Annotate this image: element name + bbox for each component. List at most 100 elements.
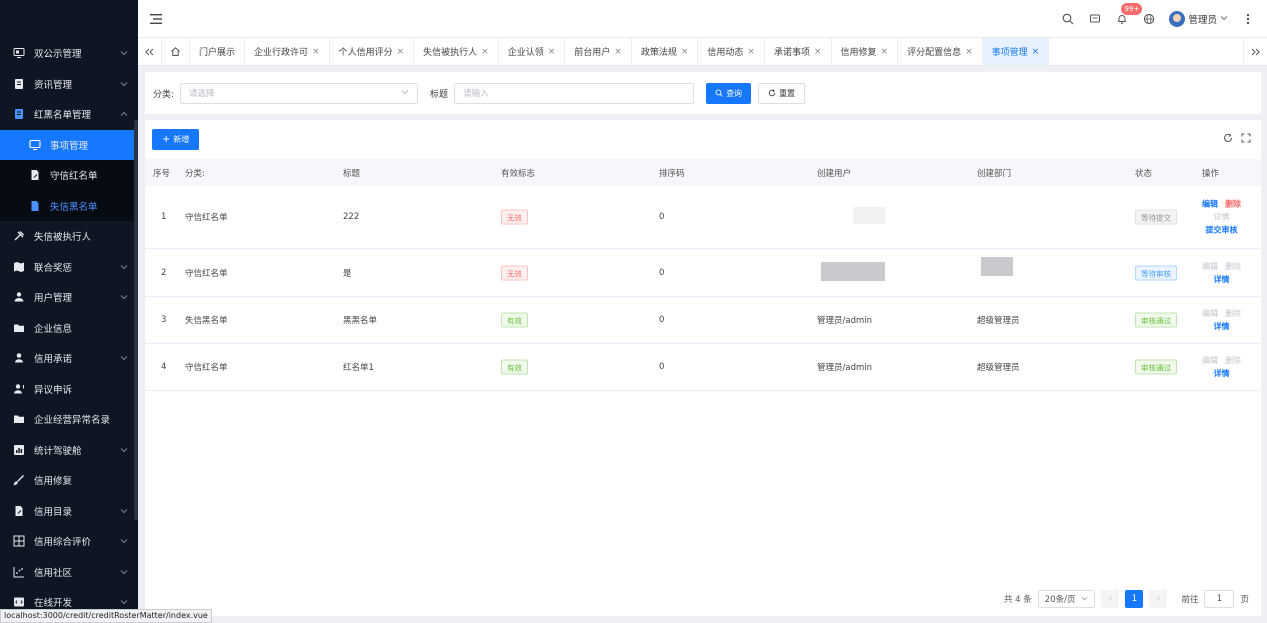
row-create-user: 管理员/admin: [817, 316, 872, 326]
person-alert-icon: [12, 382, 26, 396]
sidebar-item-label: 信用修复: [34, 476, 73, 488]
action-delete-link[interactable]: 删除: [1225, 200, 1241, 209]
close-icon[interactable]: ×: [614, 47, 622, 57]
row-index: 3: [161, 315, 167, 325]
sidebar-item-label: 联合奖惩: [34, 262, 73, 274]
action-edit-link[interactable]: 编辑: [1202, 262, 1218, 271]
sidebar-item-label: 信用社区: [34, 567, 73, 579]
bell-icon[interactable]: 99+: [1115, 2, 1143, 26]
valid-flag-cell: 有效: [501, 312, 528, 328]
action-detail-link[interactable]: 详情: [1214, 275, 1230, 284]
sidebar-item-4[interactable]: 事项管理: [0, 129, 138, 160]
sidebar-item-5[interactable]: 守信红名单: [0, 160, 138, 191]
sidebar-item-18[interactable]: 信用社区: [0, 557, 138, 588]
action-delete-link[interactable]: 删除: [1225, 356, 1241, 365]
column-header: 有效标志: [501, 168, 536, 179]
tabs-scroll-right-icon[interactable]: [1243, 38, 1267, 65]
close-icon[interactable]: ×: [481, 47, 489, 57]
sidebar-item-1[interactable]: 双公示管理: [0, 38, 138, 69]
reset-button[interactable]: 重置: [758, 82, 806, 104]
close-icon[interactable]: ×: [814, 47, 822, 57]
action-detail-link[interactable]: 详情: [1214, 213, 1230, 222]
more-vertical-icon[interactable]: [1241, 12, 1255, 26]
action-delete-link[interactable]: 删除: [1225, 309, 1241, 318]
sidebar-scrollbar[interactable]: [134, 120, 138, 520]
tab-9[interactable]: 承诺事项 ×: [765, 38, 832, 65]
tab-12[interactable]: 事项管理 ×: [982, 38, 1050, 65]
action-delete-link[interactable]: 删除: [1225, 262, 1241, 271]
sidebar-item-11[interactable]: 信用承诺: [0, 343, 138, 374]
sidebar-item-16[interactable]: 信用目录: [0, 496, 138, 527]
search-button[interactable]: 查询: [706, 82, 752, 104]
monitor-icon: [12, 46, 26, 60]
page-size-select[interactable]: 20条/页: [1037, 590, 1096, 608]
column-header: 状态: [1135, 168, 1153, 179]
close-icon[interactable]: ×: [397, 47, 405, 57]
valid-flag-cell: 无效: [501, 209, 528, 225]
tab-label: 信用动态: [707, 48, 744, 58]
tab-6[interactable]: 前台用户 ×: [565, 38, 632, 65]
home-icon[interactable]: [162, 38, 190, 65]
status-badge: 审核通过: [1135, 359, 1177, 375]
tab-2[interactable]: 企业行政许可 ×: [245, 38, 330, 65]
action-detail-link[interactable]: 详情: [1214, 322, 1230, 331]
sidebar-item-14[interactable]: 统计驾驶舱: [0, 435, 138, 466]
prev-page-button[interactable]: ‹: [1101, 590, 1120, 608]
user-menu[interactable]: 管理员: [1169, 10, 1228, 27]
close-icon[interactable]: ×: [312, 47, 320, 57]
chevron-down-icon: [401, 88, 409, 98]
globe-icon[interactable]: [1142, 12, 1156, 26]
sidebar-item-2[interactable]: 资讯管理: [0, 69, 138, 100]
tab-7[interactable]: 政策法规 ×: [632, 38, 699, 65]
scatter-icon: [12, 565, 26, 579]
action-detail-link[interactable]: 详情: [1214, 369, 1230, 378]
menu-toggle-icon[interactable]: [150, 12, 164, 26]
tab-10[interactable]: 信用修复 ×: [832, 38, 899, 65]
sidebar-item-12[interactable]: 异议申诉: [0, 374, 138, 405]
sidebar-item-15[interactable]: 信用修复: [0, 465, 138, 496]
file-edit-icon: [28, 168, 42, 182]
sidebar-item-13[interactable]: 企业经营异常名录: [0, 404, 138, 435]
close-icon[interactable]: ×: [1032, 47, 1040, 57]
sidebar-item-9[interactable]: 用户管理: [0, 282, 138, 313]
close-icon[interactable]: ×: [681, 47, 689, 57]
row-title: 是: [343, 268, 352, 279]
tab-5[interactable]: 企业认领 ×: [499, 38, 566, 65]
sidebar-item-10[interactable]: 企业信息: [0, 313, 138, 344]
add-button[interactable]: + 新增: [152, 129, 200, 150]
page-number-current[interactable]: 1: [1125, 590, 1144, 608]
tab-1[interactable]: 门户展示: [190, 38, 246, 65]
sidebar-item-8[interactable]: 联合奖惩: [0, 252, 138, 283]
category-select[interactable]: 请选择: [180, 82, 419, 104]
close-icon[interactable]: ×: [548, 47, 556, 57]
close-icon[interactable]: ×: [747, 47, 755, 57]
refresh-icon[interactable]: [1223, 133, 1233, 146]
tab-3[interactable]: 个人信用评分 ×: [330, 38, 415, 65]
close-icon[interactable]: ×: [881, 47, 889, 57]
sidebar-item-17[interactable]: 信用综合评价: [0, 526, 138, 557]
status-cell: 等待提交: [1135, 209, 1177, 225]
message-icon[interactable]: [1088, 12, 1102, 26]
goto-page-input[interactable]: 1: [1204, 590, 1235, 608]
action-submit-review-link[interactable]: 提交审核: [1206, 226, 1238, 235]
file-icon: [28, 199, 42, 213]
next-page-button[interactable]: ›: [1149, 590, 1168, 608]
tab-4[interactable]: 失信被执行人 ×: [414, 38, 499, 65]
close-icon[interactable]: ×: [965, 47, 973, 57]
action-edit-link[interactable]: 编辑: [1202, 309, 1218, 318]
sidebar-item-6[interactable]: 失信黑名单: [0, 190, 138, 221]
action-edit-link[interactable]: 编辑: [1202, 356, 1218, 365]
sidebar-item-7[interactable]: 失信被执行人: [0, 221, 138, 252]
sidebar-item-3[interactable]: 红黑名单管理: [0, 99, 138, 130]
tabs-scroll-left-icon[interactable]: [138, 38, 162, 65]
redacted-user: [853, 207, 885, 227]
tab-8[interactable]: 信用动态 ×: [698, 38, 765, 65]
search-icon[interactable]: [1061, 12, 1075, 26]
tab-11[interactable]: 评分配置信息 ×: [898, 38, 983, 65]
tab-label: 承诺事项: [773, 48, 810, 58]
title-input[interactable]: 请输入: [454, 82, 695, 104]
row-category: 失信黑名单: [185, 316, 228, 326]
action-edit-link[interactable]: 编辑: [1202, 200, 1218, 209]
sidebar-item-label: 企业经营异常名录: [34, 415, 111, 427]
fullscreen-icon[interactable]: [1241, 133, 1251, 146]
